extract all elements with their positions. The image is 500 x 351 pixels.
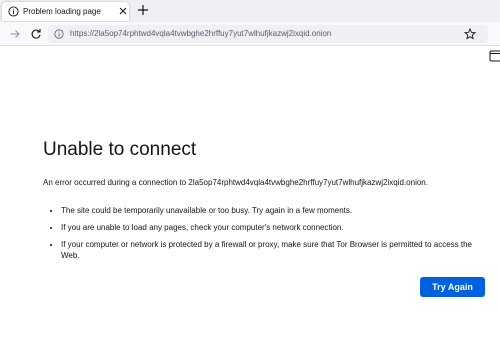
list-item: If your computer or network is protected… xyxy=(61,239,491,261)
reload-icon[interactable] xyxy=(30,28,42,40)
error-reasons-list: The site could be temporarily unavailabl… xyxy=(61,205,491,261)
navigation-bar: https://2la5op74rphtwd4vqla4tvwbghe2hrff… xyxy=(0,22,500,62)
tab-strip: Problem loading page xyxy=(0,0,500,22)
list-item: If you are unable to load any pages, che… xyxy=(61,222,491,233)
list-item: The site could be temporarily unavailabl… xyxy=(61,205,491,216)
tab-title: Problem loading page xyxy=(23,7,101,16)
info-icon xyxy=(8,6,19,17)
tab-problem-loading-page[interactable]: Problem loading page xyxy=(2,2,129,21)
url-bar[interactable]: https://2la5op74rphtwd4vqla4tvwbghe2hrff… xyxy=(48,25,488,43)
error-description: An error occurred during a connection to… xyxy=(43,178,428,187)
url-text[interactable]: https://2la5op74rphtwd4vqla4tvwbghe2hrff… xyxy=(70,28,331,40)
new-tab-icon[interactable] xyxy=(137,4,149,16)
error-title: Unable to connect xyxy=(43,139,197,160)
site-info-icon[interactable] xyxy=(54,29,64,39)
extension-icon[interactable] xyxy=(489,49,500,63)
bookmark-star-icon[interactable] xyxy=(464,28,476,40)
forward-arrow-icon[interactable] xyxy=(9,28,21,40)
try-again-button[interactable]: Try Again xyxy=(420,277,485,297)
close-tab-icon[interactable] xyxy=(118,6,128,16)
